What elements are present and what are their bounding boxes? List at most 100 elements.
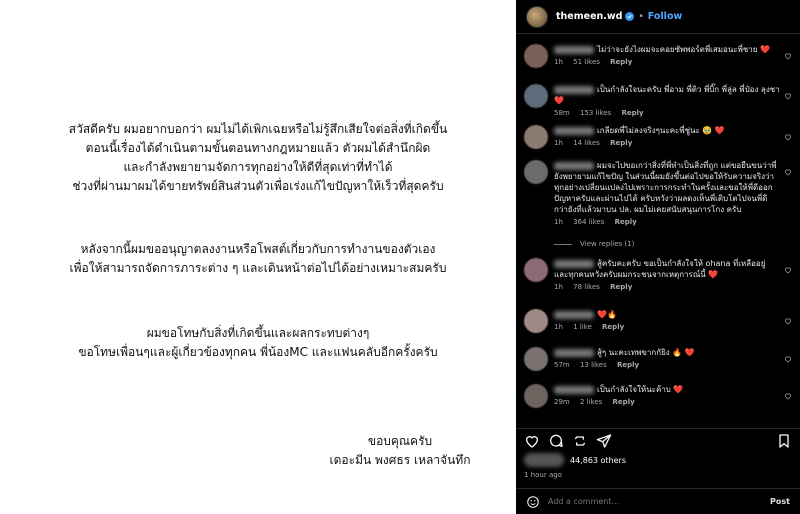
verified-badge-icon	[625, 12, 635, 21]
like-comment-heart-icon[interactable]	[784, 133, 792, 141]
post-line: ผมขอโทษกับสิ่งที่เกิดขึ้นและผลกระทบต่างๆ	[146, 326, 370, 340]
comment-time: 57m	[554, 361, 570, 369]
commenter-avatar[interactable]	[524, 160, 548, 184]
commenter-name[interactable]	[554, 45, 594, 54]
comment-likes[interactable]: 13 likes	[580, 361, 607, 369]
reply-button[interactable]: Reply	[621, 109, 643, 117]
post-header: themeen.wd • Follow	[516, 0, 800, 34]
emoji-icon[interactable]	[526, 495, 540, 509]
post-signature: เดอะมีน พงศธร เหลาจันทึก	[329, 453, 471, 467]
comment-meta: 58m 153 likes Reply	[554, 109, 780, 117]
post-line: ขอโทษเพื่อนๆและผู้เกี่ยวข้องทุกคน พี่น้อ…	[78, 345, 438, 359]
comment-likes[interactable]: 51 likes	[573, 58, 600, 66]
commenter-avatar[interactable]	[524, 84, 548, 108]
reply-button[interactable]: Reply	[613, 398, 635, 406]
comment-likes[interactable]: 1 like	[573, 323, 592, 331]
comment-likes[interactable]: 2 likes	[580, 398, 602, 406]
comment-content: สู้ๆ นะคะเทพขากกัยิง 🔥 ❤️	[597, 348, 695, 357]
comment-likes[interactable]: 78 likes	[573, 283, 600, 291]
profile-avatar[interactable]	[526, 5, 548, 28]
comment-content: เกลียดพี่ไม่ลงจริงๆนะคะพี่ชู่นะ 🥹 ❤️	[597, 126, 725, 135]
reply-button[interactable]: Reply	[602, 323, 624, 331]
reply-button[interactable]: Reply	[617, 361, 639, 369]
comment-meta: 1h 14 likes Reply	[554, 139, 780, 147]
view-replies-label[interactable]: View replies (1)	[580, 240, 634, 248]
comment-body: ไม่ว่าจะยังไงผมจะคอยซัพพอร์ตพี่เสมอนะพี่…	[554, 44, 780, 66]
likes-summary[interactable]: 44,863 others	[524, 453, 626, 467]
commenter-name[interactable]	[554, 385, 594, 394]
post-image: สวัสดีครับ ผมอยากบอกว่า ผมไม่ได้เพิกเฉยห…	[0, 0, 516, 514]
comment-time: 1h	[554, 283, 563, 291]
commenter-name[interactable]	[554, 85, 594, 94]
reply-button[interactable]: Reply	[610, 283, 632, 291]
reply-button[interactable]: Reply	[610, 139, 632, 147]
comment-text: สู้ๆ นะคะเทพขากกัยิง 🔥 ❤️	[554, 347, 780, 358]
comment-meta: 1h 51 likes Reply	[554, 58, 780, 66]
repost-icon[interactable]	[572, 433, 588, 449]
post-comment-button[interactable]: Post	[770, 497, 790, 506]
comment-input[interactable]	[548, 497, 771, 506]
commenter-name[interactable]	[554, 259, 594, 268]
comment-text: เป็นกำลังใจให้นะค้าบ ❤️	[554, 384, 780, 395]
commenter-avatar[interactable]	[524, 384, 548, 408]
comment-body: ผมจะไปขอเกว่าสิ่งที่พี่ทำเป็นสิ่งที่ถูก …	[554, 160, 780, 226]
comment-likes[interactable]: 364 likes	[573, 218, 604, 226]
comment-time: 1h	[554, 218, 563, 226]
comment-text: ❤️🔥	[554, 309, 780, 320]
post-timestamp[interactable]: 1 hour ago	[524, 471, 562, 479]
comment-time: 29m	[554, 398, 570, 406]
commenter-avatar[interactable]	[524, 347, 548, 371]
like-comment-heart-icon[interactable]	[784, 92, 792, 100]
separator-dot: •	[638, 11, 644, 22]
comment-body: สู้ๆ นะคะเทพขากกัยิง 🔥 ❤️ 57m 13 likes R…	[554, 347, 780, 369]
comment-time: 1h	[554, 139, 563, 147]
like-heart-icon[interactable]	[524, 433, 540, 449]
comment-meta: 1h 364 likes Reply	[554, 218, 780, 226]
post-line: สวัสดีครับ ผมอยากบอกว่า ผมไม่ได้เพิกเฉยห…	[68, 122, 448, 136]
comment-meta: 57m 13 likes Reply	[554, 361, 780, 369]
comment-time: 58m	[554, 109, 570, 117]
commenter-avatar[interactable]	[524, 125, 548, 149]
comment-content: ไม่ว่าจะยังไงผมจะคอยซัพพอร์ตพี่เสมอนะพี่…	[597, 45, 770, 54]
comment-bubble-icon[interactable]	[548, 433, 564, 449]
like-comment-heart-icon[interactable]	[784, 392, 792, 400]
share-icon[interactable]	[596, 433, 612, 449]
post-closing: ขอบคุณครับ	[367, 434, 433, 448]
add-comment-bar: Post	[516, 488, 800, 514]
commenter-name[interactable]	[554, 126, 594, 135]
commenter-name[interactable]	[554, 161, 594, 170]
reply-button[interactable]: Reply	[615, 218, 637, 226]
like-comment-heart-icon[interactable]	[784, 355, 792, 363]
commenter-avatar[interactable]	[524, 309, 548, 333]
commenter-avatar[interactable]	[524, 44, 548, 68]
comment-meta: 1h 78 likes Reply	[554, 283, 780, 291]
comment-body: เป็นกำลังใจนะครับ พี่อาม พี่ติว พี่บิ๊ก …	[554, 84, 780, 117]
post-paragraph-3: ผมขอโทษกับสิ่งที่เกิดขึ้นและผลกระทบต่างๆ…	[0, 324, 516, 362]
comment-likes[interactable]: 14 likes	[573, 139, 600, 147]
save-bookmark-icon[interactable]	[776, 433, 792, 449]
view-replies-button[interactable]: View replies (1)	[554, 240, 634, 248]
liked-by-avatars	[524, 453, 564, 467]
action-bar	[516, 428, 800, 452]
username-link[interactable]: themeen.wd	[556, 11, 622, 22]
post-line: ตอนนี้เรื่องได้ดำเนินตามขั้นตอนทางกฎหมาย…	[85, 141, 431, 155]
follow-button[interactable]: Follow	[648, 11, 682, 22]
commenter-name[interactable]	[554, 348, 594, 357]
commenter-avatar[interactable]	[524, 258, 548, 282]
like-comment-heart-icon[interactable]	[784, 317, 792, 325]
likes-count[interactable]: 44,863 others	[570, 456, 626, 465]
commenter-name[interactable]	[554, 310, 594, 319]
like-comment-heart-icon[interactable]	[784, 168, 792, 176]
comment-likes[interactable]: 153 likes	[580, 109, 611, 117]
comment-text: เกลียดพี่ไม่ลงจริงๆนะคะพี่ชู่นะ 🥹 ❤️	[554, 125, 780, 136]
comment-time: 1h	[554, 323, 563, 331]
post-line: เพื่อให้สามารถจัดการภาระต่าง ๆ และเดินหน…	[69, 261, 447, 275]
comment-list[interactable]: ไม่ว่าจะยังไงผมจะคอยซัพพอร์ตพี่เสมอนะพี่…	[516, 34, 800, 426]
comment-body: สู้ครับคะครับ ขอเป็นกำลังใจให้ ohana ที่…	[554, 258, 780, 291]
comment-text: สู้ครับคะครับ ขอเป็นกำลังใจให้ ohana ที่…	[554, 258, 780, 280]
reply-button[interactable]: Reply	[610, 58, 632, 66]
comment-body: ❤️🔥 1h 1 like Reply	[554, 309, 780, 331]
like-comment-heart-icon[interactable]	[784, 52, 792, 60]
like-comment-heart-icon[interactable]	[784, 266, 792, 274]
replies-divider-line	[554, 243, 572, 245]
